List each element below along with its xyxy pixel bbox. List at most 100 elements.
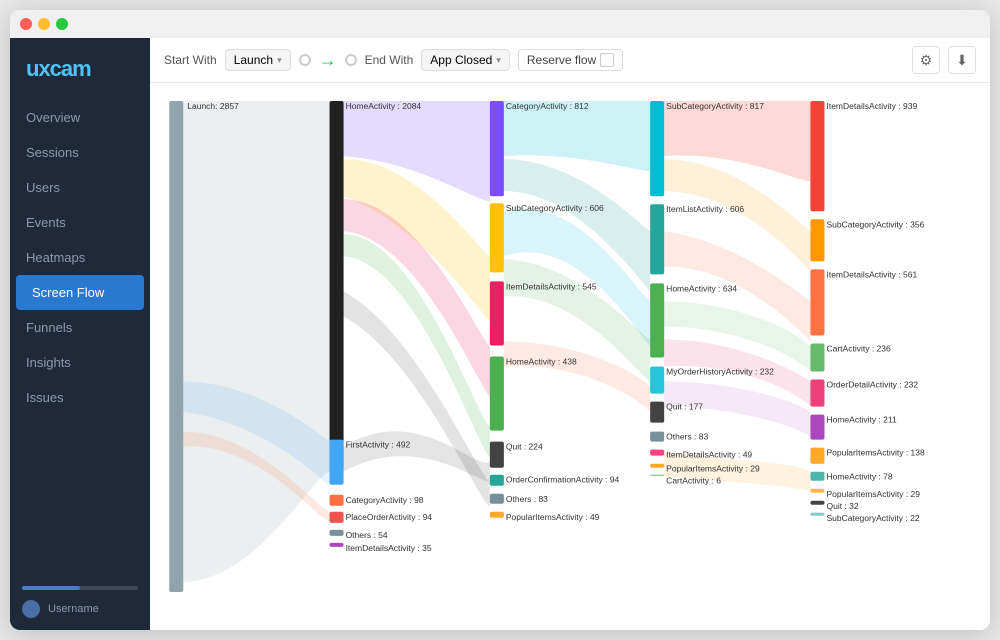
download-btn[interactable]: ⬇ xyxy=(948,46,976,74)
label-home5: HomeActivity : 78 xyxy=(826,472,892,482)
node-popitems2[interactable] xyxy=(650,464,664,468)
label-popitems4: PopularItemsActivity : 29 xyxy=(826,489,920,499)
node-orderdet[interactable] xyxy=(810,380,824,407)
label-home2: HomeActivity : 438 xyxy=(506,357,577,367)
node-quit3[interactable] xyxy=(810,501,824,505)
storage-fill xyxy=(22,586,80,590)
main-content: Start With Launch ▾ → End With App Close… xyxy=(150,38,990,630)
label-cat1: CategoryActivity : 98 xyxy=(346,495,424,505)
sidebar-item-funnels[interactable]: Funnels xyxy=(10,310,150,345)
storage-bar xyxy=(22,586,138,590)
user-area: Username xyxy=(22,600,138,618)
end-with-select[interactable]: App Closed ▾ xyxy=(421,49,510,71)
node-itemlist[interactable] xyxy=(650,204,664,274)
node-subcat3[interactable] xyxy=(810,219,824,261)
sidebar-item-insights[interactable]: Insights xyxy=(10,345,150,380)
label-subcat2: SubCategoryActivity : 817 xyxy=(666,101,764,111)
node-itemdet5[interactable] xyxy=(810,269,824,335)
node-others3[interactable] xyxy=(650,432,664,442)
sidebar-item-events[interactable]: Events xyxy=(10,205,150,240)
label-subcat1: SubCategoryActivity : 606 xyxy=(506,203,604,213)
node-quit1[interactable] xyxy=(490,442,504,468)
label-popitems1: PopularItemsActivity : 49 xyxy=(506,512,600,522)
node-cart2[interactable] xyxy=(810,343,824,371)
label-home1: HomeActivity : 2084 xyxy=(346,101,422,111)
label-itemdet1: ItemDetailsActivity : 35 xyxy=(346,543,432,553)
sidebar-item-users[interactable]: Users xyxy=(10,170,150,205)
sidebar-item-heatmaps[interactable]: Heatmaps xyxy=(10,240,150,275)
node-itemdet3[interactable] xyxy=(650,450,664,456)
node-myorder[interactable] xyxy=(650,367,664,394)
label-cart2: CartActivity : 236 xyxy=(826,343,891,353)
label-others3: Others : 83 xyxy=(666,432,708,442)
logo: uxcam xyxy=(10,38,150,100)
label-itemdet2: ItemDetailsActivity : 545 xyxy=(506,281,597,291)
username: Username xyxy=(48,603,99,615)
node-others1[interactable] xyxy=(330,530,344,536)
node-place[interactable] xyxy=(330,512,344,523)
start-with-value: Launch xyxy=(234,53,273,67)
label-itemdet5: ItemDetailsActivity : 561 xyxy=(826,269,917,279)
node-popitems3[interactable] xyxy=(810,448,824,464)
node-home3[interactable] xyxy=(650,283,664,357)
label-others2: Others : 83 xyxy=(506,494,548,504)
main-layout: uxcam Overview Sessions Users Events Hea… xyxy=(10,38,990,630)
start-circle xyxy=(299,54,311,66)
end-with-chevron: ▾ xyxy=(496,55,501,66)
label-itemdet4: ItemDetailsActivity : 939 xyxy=(826,101,917,111)
label-itemlist: ItemListActivity : 606 xyxy=(666,204,744,214)
label-subcat4: SubCategoryActivity : 22 xyxy=(826,513,919,523)
node-cat2[interactable] xyxy=(490,101,504,196)
node-itemdet1[interactable] xyxy=(330,543,344,547)
node-itemdet2[interactable] xyxy=(490,281,504,345)
end-circle xyxy=(345,54,357,66)
sidebar-item-sessions[interactable]: Sessions xyxy=(10,135,150,170)
node-itemdet4[interactable] xyxy=(810,101,824,211)
minimize-dot[interactable] xyxy=(38,18,50,30)
node-quit2[interactable] xyxy=(650,402,664,423)
node-subcat1[interactable] xyxy=(490,203,504,272)
node-home5[interactable] xyxy=(810,472,824,481)
label-quit3: Quit : 32 xyxy=(826,501,858,511)
node-launch[interactable] xyxy=(169,101,183,592)
toolbar: Start With Launch ▾ → End With App Close… xyxy=(150,38,990,83)
settings-btn[interactable]: ⚙ xyxy=(912,46,940,74)
label-subcat3: SubCategoryActivity : 356 xyxy=(826,219,924,229)
node-popitems4[interactable] xyxy=(810,489,824,493)
sidebar: uxcam Overview Sessions Users Events Hea… xyxy=(10,38,150,630)
close-dot[interactable] xyxy=(20,18,32,30)
label-home4: HomeActivity : 211 xyxy=(826,415,897,425)
node-home2[interactable] xyxy=(490,357,504,431)
sidebar-item-overview[interactable]: Overview xyxy=(10,100,150,135)
node-subcat2[interactable] xyxy=(650,101,664,196)
avatar xyxy=(22,600,40,618)
node-others2[interactable] xyxy=(490,494,504,504)
node-cat1[interactable] xyxy=(330,495,344,506)
start-with-select[interactable]: Launch ▾ xyxy=(225,49,291,71)
label-itemdet3: ItemDetailsActivity : 49 xyxy=(666,450,752,460)
reserve-flow-checkbox[interactable] xyxy=(600,53,614,67)
label-home3: HomeActivity : 634 xyxy=(666,283,737,293)
node-subcat4[interactable] xyxy=(810,513,824,516)
start-with-label: Start With xyxy=(164,53,217,67)
node-first[interactable] xyxy=(330,440,344,485)
logo-text: uxcam xyxy=(26,56,91,81)
sidebar-item-issues[interactable]: Issues xyxy=(10,380,150,415)
sidebar-bottom: Username xyxy=(10,574,150,630)
sidebar-item-screen-flow[interactable]: Screen Flow xyxy=(16,275,144,310)
node-popitems1[interactable] xyxy=(490,512,504,518)
label-cat2: CategoryActivity : 812 xyxy=(506,101,589,111)
label-launch: Launch: 2857 xyxy=(187,101,239,111)
node-home1[interactable] xyxy=(330,101,344,472)
start-with-chevron: ▾ xyxy=(277,55,282,66)
app-window: uxcam Overview Sessions Users Events Hea… xyxy=(10,10,990,630)
end-with-label: End With xyxy=(365,53,414,67)
sankey-area: Launch: 2857 HomeActivity : 2084 FirstAc… xyxy=(150,83,990,630)
node-home4[interactable] xyxy=(810,415,824,440)
maximize-dot[interactable] xyxy=(56,18,68,30)
label-orderdet: OrderDetailActivity : 232 xyxy=(826,380,918,390)
reserve-flow-label: Reserve flow xyxy=(527,53,596,67)
node-orderconf[interactable] xyxy=(490,475,504,486)
node-cart1[interactable] xyxy=(650,475,664,476)
reserve-flow-btn[interactable]: Reserve flow xyxy=(518,49,623,71)
